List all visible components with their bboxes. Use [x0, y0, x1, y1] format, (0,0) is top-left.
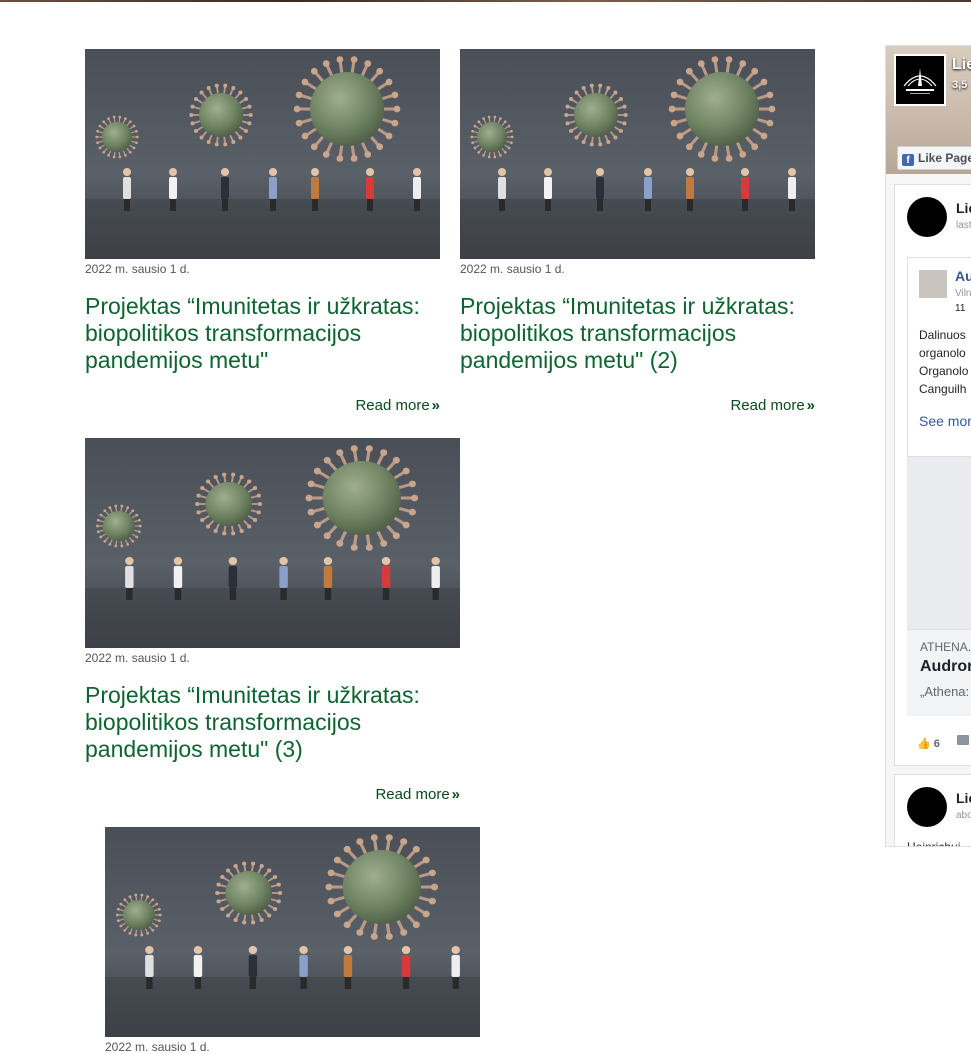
fb-post-text-line: Dalinuos [919, 328, 966, 342]
fb-page-logo[interactable] [894, 54, 946, 106]
fb-link-preview[interactable]: ATHENA. Audron „Athena: [907, 629, 971, 716]
fb-shared-time: 11 [955, 303, 966, 314]
read-more-label: Read more [375, 786, 450, 803]
post-thumbnail[interactable] [105, 827, 480, 1037]
fb-post-text-line: organolo [919, 346, 966, 360]
header-image-strip [0, 0, 971, 2]
facebook-icon: f [902, 154, 914, 166]
post-card: 2022 m. sausio 1 d. Projektas “Imuniteta… [85, 49, 440, 419]
post-date: 2022 m. sausio 1 d. [85, 262, 190, 276]
fb-like-count[interactable]: 👍 6 [917, 737, 940, 750]
read-more-link[interactable]: Read more» [375, 786, 460, 803]
fb-link-source: ATHENA. [920, 640, 971, 654]
double-chevron-right-icon: » [431, 397, 440, 414]
fb-post: Lie last Au Viln 11 Dalinuos organolo Or… [894, 184, 971, 766]
fb-post-author[interactable]: Lie [956, 790, 971, 806]
fb-shared-location: Viln [955, 288, 971, 299]
post-date: 2022 m. sausio 1 d. [460, 262, 565, 276]
read-more-link[interactable]: Read more» [355, 397, 440, 414]
read-more-label: Read more [730, 397, 805, 414]
post-card: 2022 m. sausio 1 d. Projektas “Imuniteta… [460, 49, 815, 419]
fb-follower-count: 3,5 [952, 79, 968, 91]
fb-like-page-button[interactable]: f Like Page [897, 146, 971, 170]
thumbs-up-icon: 👍 [917, 738, 931, 750]
fb-page-name[interactable]: Lie [952, 56, 971, 74]
post-thumbnail[interactable] [460, 49, 815, 259]
post-title-link[interactable]: Projektas “Imunitetas ir užkratas: biopo… [460, 293, 815, 374]
fb-link-title[interactable]: Audron [920, 658, 971, 676]
post-thumbnail[interactable] [85, 49, 440, 259]
read-more-link[interactable]: Read more» [730, 397, 815, 414]
fb-like-label: Like Page [918, 151, 971, 165]
post-card: 2022 m. sausio 1 d. [105, 827, 480, 1054]
comment-icon[interactable] [957, 735, 969, 745]
fb-post: Lie abo Heinrichui [894, 774, 971, 847]
post-title-link[interactable]: Projektas “Imunitetas ir užkratas: biopo… [85, 293, 440, 374]
fb-post-author[interactable]: Lie [956, 200, 971, 216]
fb-shared-author[interactable]: Au [955, 268, 971, 284]
fb-post-subline: abo [956, 810, 971, 821]
fb-cover-photo[interactable]: Lie 3,5 f Like Page [886, 46, 971, 174]
fb-post-text-line: Heinrichui [907, 840, 961, 847]
fb-post-subline: last [956, 220, 971, 231]
post-title-link[interactable]: Projektas “Imunitetas ir užkratas: biopo… [85, 682, 460, 763]
fb-post-text-line: Canguilh [919, 382, 967, 396]
fb-link-description: „Athena: [920, 684, 970, 699]
post-date: 2022 m. sausio 1 d. [105, 1040, 210, 1054]
fb-post-text-line: Organolo [919, 364, 969, 378]
fb-like-number: 6 [933, 738, 940, 750]
read-more-label: Read more [355, 397, 430, 414]
avatar[interactable] [919, 270, 947, 298]
fb-see-more-link[interactable]: See mor [919, 413, 971, 429]
post-date: 2022 m. sausio 1 d. [85, 651, 190, 665]
avatar[interactable] [907, 197, 947, 237]
post-thumbnail[interactable] [85, 438, 460, 648]
fb-link-preview-image[interactable] [907, 456, 971, 630]
double-chevron-right-icon: » [451, 786, 460, 803]
post-card: 2022 m. sausio 1 d. Projektas “Imuniteta… [85, 438, 460, 808]
double-chevron-right-icon: » [806, 397, 815, 414]
avatar[interactable] [907, 787, 947, 827]
facebook-page-widget: Lie 3,5 f Like Page Lie last Au Viln 11 D… [885, 45, 971, 847]
